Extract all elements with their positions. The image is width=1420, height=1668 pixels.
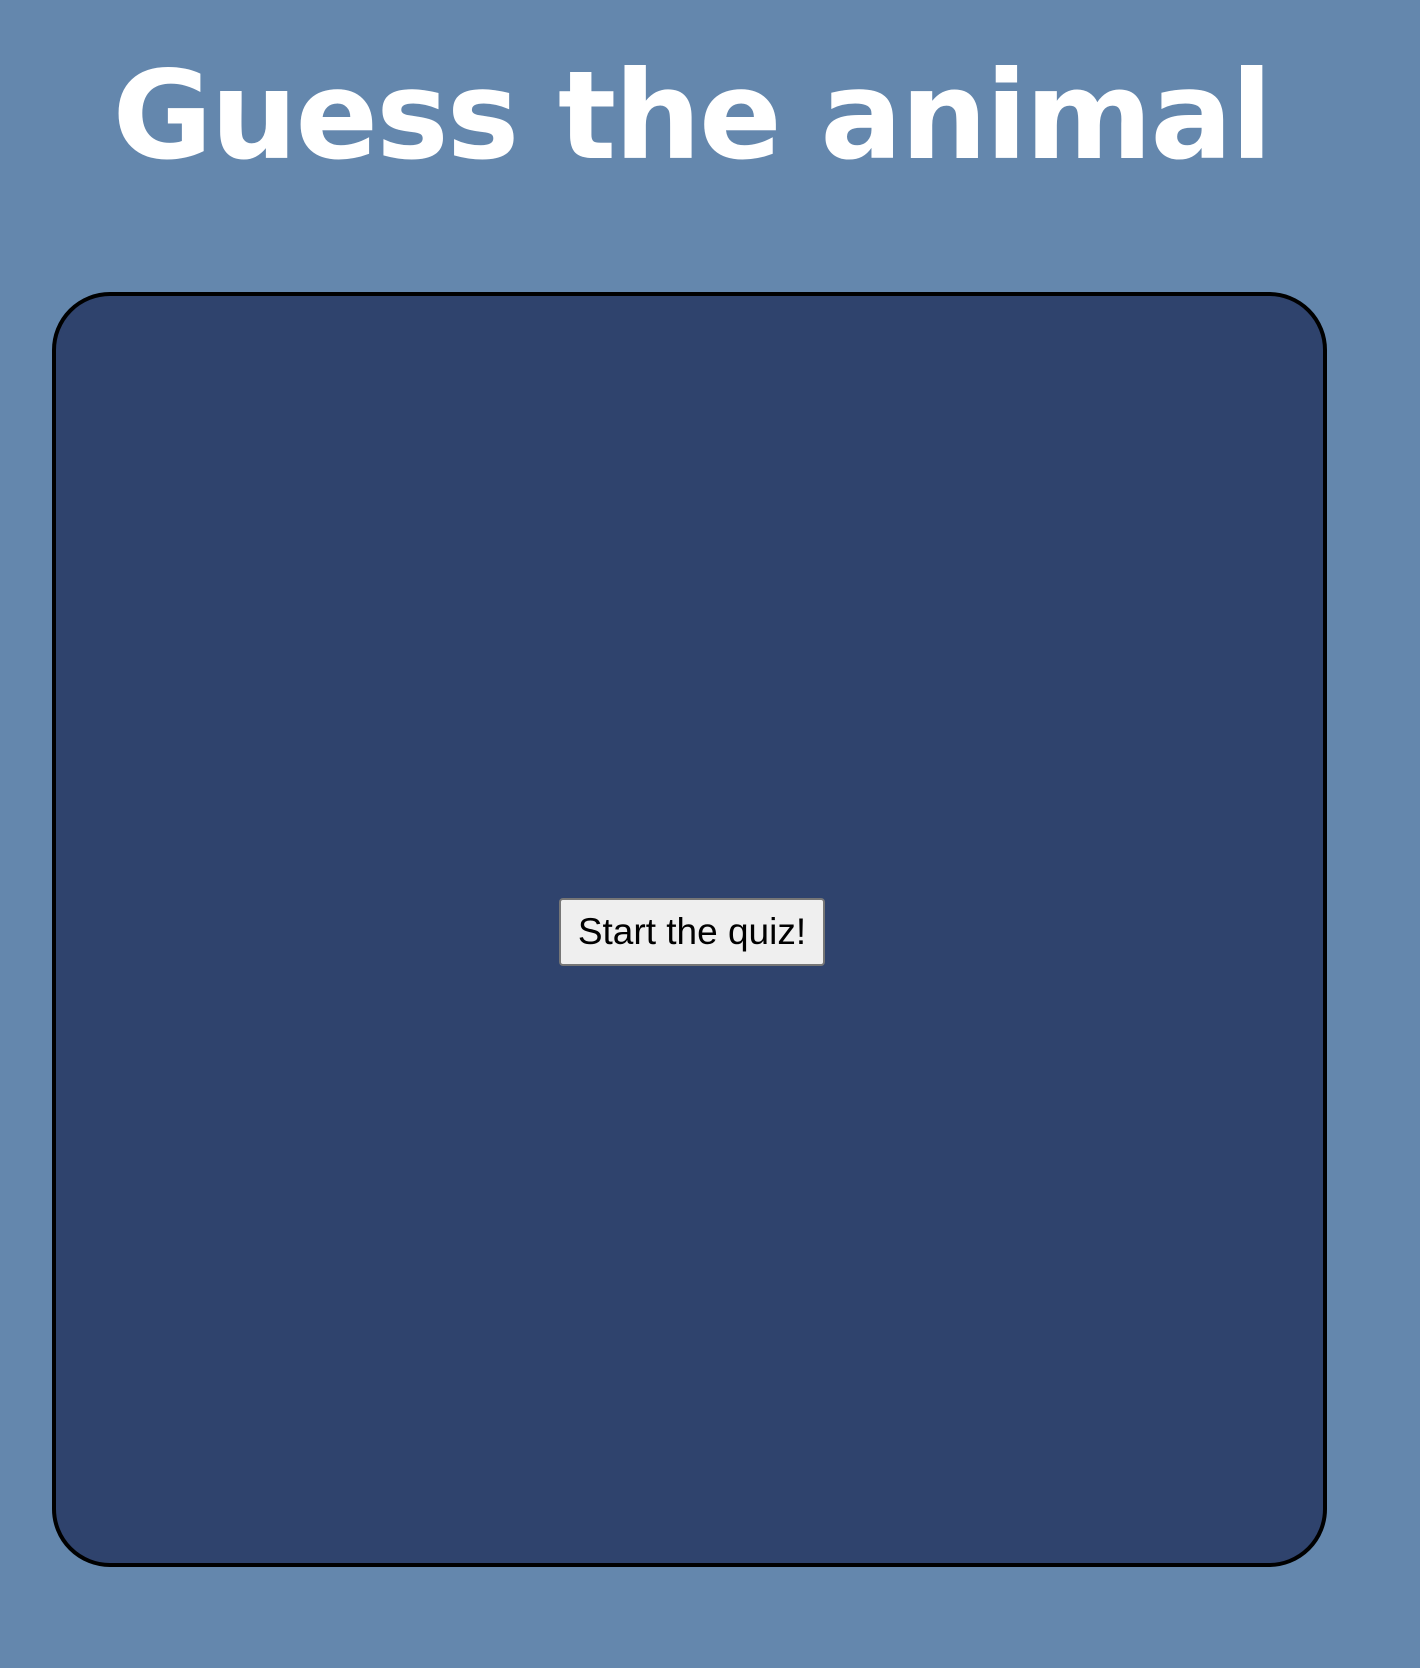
page-title: Guess the animal [112, 45, 1272, 187]
start-quiz-button[interactable]: Start the quiz! [559, 898, 825, 966]
